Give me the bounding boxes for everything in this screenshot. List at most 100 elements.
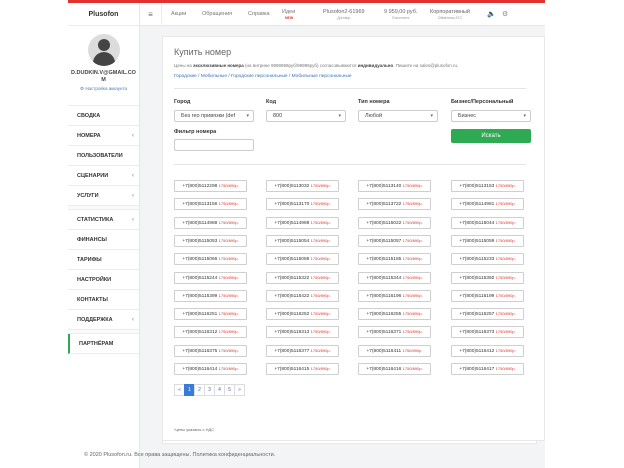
nav-link-promos[interactable]: Акции bbox=[171, 11, 186, 17]
phone-price: 1750/890р. bbox=[310, 183, 331, 188]
phone-number-item[interactable]: +7(800)5113722 1750/890р. bbox=[358, 198, 431, 211]
phone-number-item[interactable]: +7(800)5115022 1750/890р. bbox=[358, 216, 431, 229]
nav-link-ideas[interactable]: Идеи bbox=[282, 9, 295, 15]
sidebar-item-8[interactable]: НАСТРОЙКИ bbox=[68, 270, 139, 290]
business-select[interactable]: Бизнес ▾ bbox=[451, 110, 531, 122]
phone-number: +7(800)5115088 bbox=[274, 257, 310, 263]
phone-number-item[interactable]: +7(800)5115322 1750/890р. bbox=[266, 271, 339, 284]
nav-link-help[interactable]: Справка bbox=[248, 11, 270, 17]
panel-description: Цены на эксклюзивные номера (на витрине … bbox=[174, 63, 534, 68]
sidebar-item-label: НОМЕРА bbox=[77, 133, 101, 139]
phone-number-item[interactable]: +7(800)5115044 1750/890р. bbox=[451, 216, 524, 229]
phone-number-item[interactable]: +7(800)5115185 1750/890р. bbox=[358, 253, 431, 266]
phone-number-item[interactable]: +7(800)5115244 1750/890р. bbox=[174, 271, 247, 284]
chevron-down-icon: ▾ bbox=[338, 113, 341, 119]
phone-price: 1750/890р. bbox=[310, 311, 331, 317]
number-filter-input[interactable] bbox=[174, 139, 254, 151]
phone-number: +7(800)5116252 bbox=[274, 312, 310, 318]
phone-number-item[interactable]: +7(800)5115059 1750/890р. bbox=[451, 234, 524, 247]
user-email: D.DUDKIN.V@GMAIL.COM bbox=[71, 70, 136, 83]
city-select[interactable]: Без гео привязки (def ▾ bbox=[174, 110, 254, 122]
code-select[interactable]: 800 ▾ bbox=[266, 110, 346, 122]
chevron-down-icon: ▾ bbox=[523, 113, 526, 119]
phone-number: +7(800)5113153 bbox=[459, 184, 495, 189]
phone-number-item[interactable]: +7(800)5115399 1750/890р. bbox=[174, 289, 247, 302]
phone-number-item[interactable]: +7(800)5116255 1750/890р. bbox=[358, 308, 431, 321]
brand-logo[interactable]: Plusofon bbox=[68, 3, 139, 26]
business-value: Бизнес bbox=[458, 113, 477, 119]
phone-number-item[interactable]: +7(800)5114981 1750/890р. bbox=[451, 198, 524, 211]
phone-number-item[interactable]: +7(800)5116312 1750/890р. bbox=[174, 326, 247, 339]
number-category-links[interactable]: Городские / Мобильные / Городские персон… bbox=[174, 74, 352, 79]
phone-number-item[interactable]: +7(800)5115066 1750/890р. bbox=[174, 253, 247, 266]
phone-number-item[interactable]: +7(800)5113153 1750/890р. bbox=[451, 180, 524, 192]
phone-number-item[interactable]: +7(800)5115422 1750/890р. bbox=[266, 289, 339, 302]
phone-number-item[interactable]: +7(800)5114989 1750/890р. bbox=[266, 216, 339, 229]
phone-number: +7(800)5115233 bbox=[459, 257, 495, 263]
price-footnote: *цены указаны с НДС bbox=[174, 427, 215, 432]
phone-number-item[interactable]: +7(800)5116417 1750/890р. bbox=[451, 363, 524, 375]
phone-number-item[interactable]: +7(800)5115344 1750/890р. bbox=[358, 271, 431, 284]
sidebar-item-7[interactable]: ТАРИФЫ bbox=[68, 250, 139, 270]
sidebar-item-2[interactable]: ПОЛЬЗОВАТЕЛИ bbox=[68, 146, 139, 166]
phone-number: +7(800)5113170 bbox=[274, 202, 310, 208]
balance-info[interactable]: 9 959,00 руб. Пополнить bbox=[384, 9, 417, 20]
phone-number: +7(800)5116415 bbox=[274, 367, 310, 372]
type-select[interactable]: Любой ▾ bbox=[358, 110, 438, 122]
sidebar-item-4[interactable]: УСЛУГИ ‹ bbox=[68, 186, 139, 206]
phone-number-item[interactable]: +7(800)5113140 1750/890р. bbox=[358, 180, 431, 192]
phone-number: +7(800)5115185 bbox=[366, 257, 402, 263]
phone-number-item[interactable]: +7(800)5116252 1750/890р. bbox=[266, 308, 339, 321]
phone-number-item[interactable]: +7(800)5115053 1750/890р. bbox=[174, 234, 247, 247]
sidebar-item-11[interactable]: ПАРТНЁРАМ bbox=[68, 334, 139, 354]
sidebar-item-10[interactable]: ПОДДЕРЖКА ‹ bbox=[68, 310, 139, 330]
phone-number-item[interactable]: +7(800)5114988 1750/890р. bbox=[174, 216, 247, 229]
phone-number-item[interactable]: +7(800)5112298 1750/890р. bbox=[174, 180, 247, 192]
phone-number-item[interactable]: +7(800)5116416 1750/890р. bbox=[358, 363, 431, 375]
sound-icon[interactable]: 🔈 bbox=[487, 10, 496, 18]
balance-value: 9 959,00 руб. bbox=[384, 9, 418, 15]
account-settings-link[interactable]: ⚙ Настройка аккаунта bbox=[68, 86, 139, 92]
phone-number-item[interactable]: +7(800)5113032 1750/890р. bbox=[266, 180, 339, 192]
page-button[interactable]: » bbox=[234, 384, 245, 396]
phone-number-item[interactable]: +7(800)5115233 1750/890р. bbox=[451, 253, 524, 266]
sidebar-item-0[interactable]: СВОДКА bbox=[68, 106, 139, 126]
phone-number-item[interactable]: +7(800)5116375 1750/890р. bbox=[174, 344, 247, 357]
phone-number: +7(800)5115350 bbox=[459, 275, 495, 281]
menu-toggle-icon[interactable]: ≡ bbox=[140, 3, 162, 26]
phone-price: 1750/890р. bbox=[402, 237, 423, 243]
phone-number-item[interactable]: +7(800)5116196 1750/890р. bbox=[358, 289, 431, 302]
phone-number-item[interactable]: +7(800)5116377 1750/890р. bbox=[266, 344, 339, 357]
settings-icon[interactable]: ⚙ bbox=[502, 10, 508, 18]
phone-number-item[interactable]: +7(800)5115350 1750/890р. bbox=[451, 271, 524, 284]
phone-number-item[interactable]: +7(800)5116371 1750/890р. bbox=[358, 326, 431, 339]
phone-number-item[interactable]: +7(800)5115054 1750/890р. bbox=[266, 234, 339, 247]
phone-number-item[interactable]: +7(800)5116251 1750/890р. bbox=[174, 308, 247, 321]
sidebar-item-5[interactable]: СТАТИСТИКА ‹ bbox=[68, 210, 139, 230]
phone-price: 1750/890р. bbox=[218, 256, 239, 262]
avatar[interactable] bbox=[87, 34, 120, 66]
phone-price: 1750/890р. bbox=[495, 292, 516, 298]
phone-number-item[interactable]: +7(800)5116313 1750/890р. bbox=[266, 326, 339, 339]
search-button[interactable]: Искать bbox=[451, 129, 531, 143]
phone-number-item[interactable]: +7(800)5116411 1750/890р. bbox=[358, 344, 431, 357]
phone-number-item[interactable]: +7(800)5116412 1750/890р. bbox=[451, 344, 524, 357]
phone-number-item[interactable]: +7(800)5116257 1750/890р. bbox=[451, 308, 524, 321]
nav-link-tickets[interactable]: Обращения bbox=[202, 11, 232, 17]
phone-number-item[interactable]: +7(800)5115088 1750/890р. bbox=[266, 253, 339, 266]
phone-number-item[interactable]: +7(800)5116415 1750/890р. bbox=[266, 363, 339, 375]
phone-number-item[interactable]: +7(800)5116373 1750/890р. bbox=[451, 326, 524, 339]
sidebar-item-3[interactable]: СЦЕНАРИИ ‹ bbox=[68, 166, 139, 186]
phone-number-item[interactable]: +7(800)5113156 1750/890р. bbox=[174, 198, 247, 211]
account-info[interactable]: Plusofon2-61969 Договор bbox=[323, 9, 365, 20]
phone-price: 1750/890р. bbox=[402, 183, 423, 188]
phone-number-item[interactable]: +7(800)5115057 1750/890р. bbox=[358, 234, 431, 247]
phone-number-item[interactable]: +7(800)5113170 1750/890р. bbox=[266, 198, 339, 211]
sidebar-item-9[interactable]: КОНТАКТЫ bbox=[68, 290, 139, 310]
phone-number-item[interactable]: +7(800)5116414 1750/890р. bbox=[174, 363, 247, 375]
phone-number-item[interactable]: +7(800)5116199 1750/890р. bbox=[451, 289, 524, 302]
sidebar-item-6[interactable]: ФИНАНСЫ bbox=[68, 230, 139, 250]
sidebar-item-1[interactable]: НОМЕРА ‹ bbox=[68, 126, 139, 146]
phone-price: 1750/890р. bbox=[495, 256, 516, 262]
tariff-info[interactable]: Корпоративный Обменная АТС bbox=[430, 9, 470, 20]
